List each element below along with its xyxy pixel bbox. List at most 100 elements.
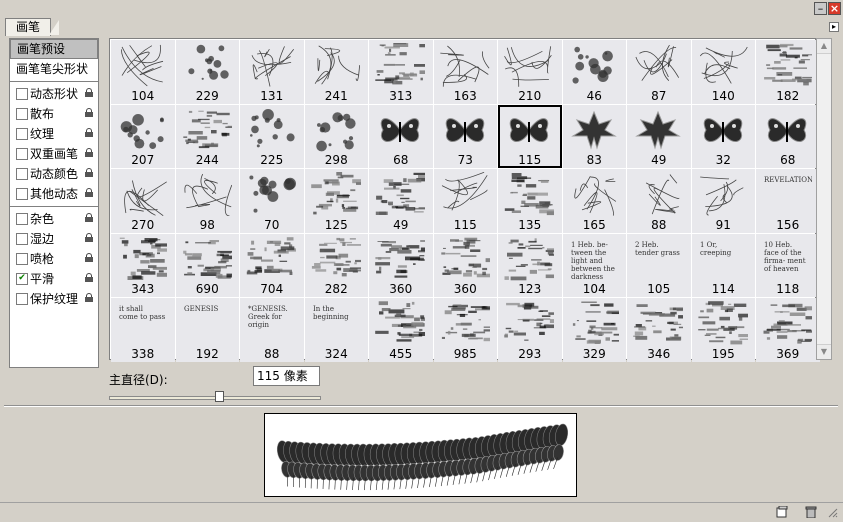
- brush-preset-butterfly[interactable]: 115: [498, 104, 562, 168]
- lock-icon[interactable]: [85, 293, 93, 302]
- diameter-slider[interactable]: [109, 391, 321, 402]
- trash-icon[interactable]: [805, 506, 817, 519]
- brush-preset-text[interactable]: it shall come to pass 338: [111, 298, 175, 362]
- lock-icon[interactable]: [85, 233, 93, 242]
- brush-preset-splotch[interactable]: 46: [562, 40, 626, 104]
- lock-icon[interactable]: [85, 88, 93, 97]
- brush-preset-texture[interactable]: 49: [369, 169, 433, 233]
- option-checkbox[interactable]: [16, 87, 28, 100]
- brush-preset-texture[interactable]: 690: [175, 233, 239, 297]
- brush-preset-texture[interactable]: 293: [498, 298, 562, 362]
- brush-preset-texture[interactable]: 195: [691, 298, 755, 362]
- sidebar-item-2[interactable]: 动态形状: [10, 84, 98, 104]
- sidebar-item-11[interactable]: ✔ 平滑: [10, 269, 98, 289]
- lock-icon[interactable]: [85, 148, 93, 157]
- resize-grip-icon[interactable]: [826, 506, 838, 518]
- brush-preset-scribble[interactable]: 210: [498, 40, 562, 104]
- brush-preset-texture[interactable]: 135: [498, 169, 562, 233]
- brush-preset-leaf[interactable]: 49: [627, 104, 691, 168]
- brush-preset-scribble[interactable]: 163: [433, 40, 497, 104]
- brush-preset-scribble[interactable]: 98: [175, 169, 239, 233]
- flyout-menu-arrow-icon[interactable]: ▸: [829, 22, 839, 32]
- option-checkbox[interactable]: [16, 292, 28, 305]
- brush-preset-splotch[interactable]: 225: [240, 104, 304, 168]
- sidebar-item-12[interactable]: 保护纹理: [10, 289, 98, 309]
- brush-preset-scribble[interactable]: 87: [627, 40, 691, 104]
- sidebar-item-4[interactable]: 纹理: [10, 124, 98, 144]
- brush-preset-texture[interactable]: 313: [369, 40, 433, 104]
- lock-icon[interactable]: [85, 188, 93, 197]
- option-checkbox[interactable]: [16, 147, 28, 160]
- tab-brushes[interactable]: 画笔: [5, 18, 52, 36]
- brush-preset-texture[interactable]: 985: [433, 298, 497, 362]
- close-button[interactable]: ×: [828, 2, 841, 15]
- option-checkbox[interactable]: ✔: [16, 272, 28, 285]
- brush-preset-leaf[interactable]: 83: [562, 104, 626, 168]
- scroll-down-arrow-icon[interactable]: ▼: [817, 344, 831, 359]
- brush-preset-texture[interactable]: 123: [498, 233, 562, 297]
- brush-preset-texture[interactable]: 182: [756, 40, 820, 104]
- sidebar-item-0[interactable]: 画笔预设: [10, 39, 98, 59]
- lock-icon[interactable]: [85, 253, 93, 262]
- option-checkbox[interactable]: [16, 187, 28, 200]
- brush-preset-texture[interactable]: 704: [240, 233, 304, 297]
- brush-preset-scribble[interactable]: 241: [304, 40, 368, 104]
- new-brush-icon[interactable]: [776, 505, 788, 518]
- brush-preset-text[interactable]: 2 Heb. tender grass 105: [627, 233, 691, 297]
- brush-preset-text[interactable]: REVELATION 156: [756, 169, 820, 233]
- brush-preset-texture[interactable]: 455: [369, 298, 433, 362]
- option-checkbox[interactable]: [16, 212, 28, 225]
- brush-preset-scribble[interactable]: 140: [691, 40, 755, 104]
- brush-preset-texture[interactable]: 360: [433, 233, 497, 297]
- brush-preset-scribble[interactable]: 270: [111, 169, 175, 233]
- brush-preset-scribble[interactable]: 115: [433, 169, 497, 233]
- brush-preset-text[interactable]: 10 Heb. face of the firma- ment of heaven 11…: [756, 233, 820, 297]
- brush-preset-scribble[interactable]: 165: [562, 169, 626, 233]
- brush-preset-splotch[interactable]: 229: [175, 40, 239, 104]
- brush-preset-texture[interactable]: 282: [304, 233, 368, 297]
- sidebar-item-10[interactable]: 喷枪: [10, 249, 98, 269]
- sidebar-item-3[interactable]: 散布: [10, 104, 98, 124]
- option-checkbox[interactable]: [16, 107, 28, 120]
- brush-preset-texture[interactable]: 343: [111, 233, 175, 297]
- option-checkbox[interactable]: [16, 127, 28, 140]
- brush-preset-texture[interactable]: 244: [175, 104, 239, 168]
- sidebar-item-7[interactable]: 其他动态: [10, 184, 98, 204]
- diameter-slider-thumb[interactable]: [215, 391, 225, 402]
- brush-preset-butterfly[interactable]: 32: [691, 104, 755, 168]
- brush-preset-texture[interactable]: 329: [562, 298, 626, 362]
- brush-preset-splotch[interactable]: 298: [304, 104, 368, 168]
- brush-preset-butterfly[interactable]: 73: [433, 104, 497, 168]
- option-checkbox[interactable]: [16, 232, 28, 245]
- brush-preset-splotch[interactable]: 207: [111, 104, 175, 168]
- brush-preset-scribble[interactable]: 88: [627, 169, 691, 233]
- brush-preset-text[interactable]: In the beginning 324: [304, 298, 368, 362]
- brush-preset-scribble[interactable]: 104: [111, 40, 175, 104]
- sidebar-item-8[interactable]: 杂色: [10, 209, 98, 229]
- sidebar-item-1[interactable]: 画笔笔尖形状: [10, 59, 98, 79]
- brush-preset-text[interactable]: 1 Or, creeping 114: [691, 233, 755, 297]
- brush-preset-scribble[interactable]: 131: [240, 40, 304, 104]
- brush-preset-text[interactable]: 1 Heb. be-tween the light and between the d…: [562, 233, 626, 297]
- brush-preset-scribble[interactable]: 91: [691, 169, 755, 233]
- lock-icon[interactable]: [85, 128, 93, 137]
- brush-preset-texture[interactable]: 360: [369, 233, 433, 297]
- lock-icon[interactable]: [85, 168, 93, 177]
- brush-preset-text[interactable]: GENESIS 192: [175, 298, 239, 362]
- brush-preset-text[interactable]: *GENESIS. Greek for origin 88: [240, 298, 304, 362]
- scroll-up-arrow-icon[interactable]: ▲: [817, 39, 831, 54]
- sidebar-item-6[interactable]: 动态颜色: [10, 164, 98, 184]
- option-checkbox[interactable]: [16, 167, 28, 180]
- sidebar-item-5[interactable]: 双重画笔: [10, 144, 98, 164]
- brush-preset-texture[interactable]: 125: [304, 169, 368, 233]
- brush-preset-splotch[interactable]: 70: [240, 169, 304, 233]
- option-checkbox[interactable]: [16, 252, 28, 265]
- minimize-button[interactable]: –: [814, 2, 827, 15]
- lock-icon[interactable]: [85, 273, 93, 282]
- lock-icon[interactable]: [85, 108, 93, 117]
- brush-preset-butterfly[interactable]: 68: [756, 104, 820, 168]
- brush-preset-butterfly[interactable]: 68: [369, 104, 433, 168]
- master-diameter-input[interactable]: 115 像素: [253, 366, 320, 386]
- brush-preset-texture[interactable]: 346: [627, 298, 691, 362]
- grid-scrollbar[interactable]: ▲ ▼: [816, 38, 832, 360]
